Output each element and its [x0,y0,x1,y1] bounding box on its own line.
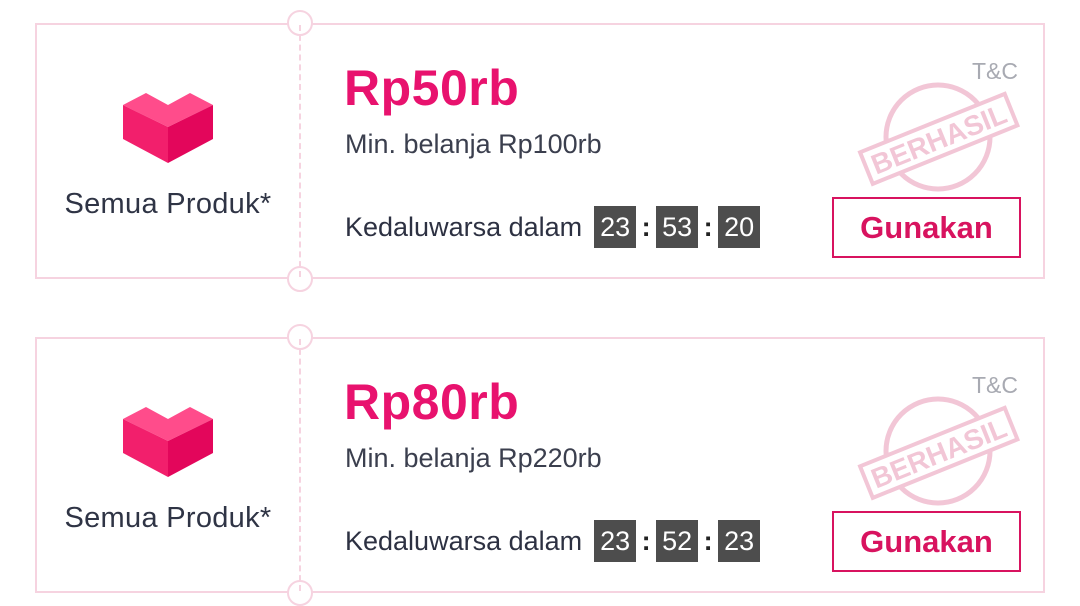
heart-box-icon [123,93,213,163]
timer-separator: : [641,211,651,242]
use-voucher-button[interactable]: Gunakan [832,197,1021,258]
expiry-countdown: Kedaluwarsa dalam 23 : 53 : 20 [345,206,761,248]
min-spend-text: Min. belanja Rp220rb [345,443,602,473]
voucher-card: Semua Produk* Rp50rb Min. belanja Rp100r… [35,10,1045,292]
dashed-divider [299,25,301,277]
dashed-divider [299,339,301,591]
timer-separator: : [641,525,651,556]
timer-minutes: 53 [656,206,699,248]
timer-separator: : [703,525,713,556]
timer-separator: : [703,211,713,242]
terms-link[interactable]: T&C [972,372,1018,399]
heart-box-icon [123,407,213,477]
voucher-category-panel: Semua Produk* [37,339,299,591]
voucher-category: Semua Produk* [64,188,272,220]
voucher-category: Semua Produk* [64,502,272,534]
voucher-amount: Rp50rb [344,60,520,116]
timer-hours: 23 [594,206,637,248]
use-voucher-button[interactable]: Gunakan [832,511,1021,572]
expiry-label: Kedaluwarsa dalam [345,211,583,242]
timer-seconds: 23 [718,520,761,562]
success-stamp: BERHASIL [857,82,1021,192]
expiry-countdown: Kedaluwarsa dalam 23 : 52 : 23 [345,520,761,562]
voucher-card: Semua Produk* Rp80rb Min. belanja Rp220r… [35,324,1045,606]
success-stamp: BERHASIL [857,396,1021,506]
expiry-label: Kedaluwarsa dalam [345,525,583,556]
timer-hours: 23 [594,520,637,562]
timer-seconds: 20 [718,206,761,248]
terms-link[interactable]: T&C [972,58,1018,85]
timer-minutes: 52 [656,520,699,562]
voucher-amount: Rp80rb [344,374,520,430]
min-spend-text: Min. belanja Rp100rb [345,129,602,159]
voucher-category-panel: Semua Produk* [37,25,299,277]
